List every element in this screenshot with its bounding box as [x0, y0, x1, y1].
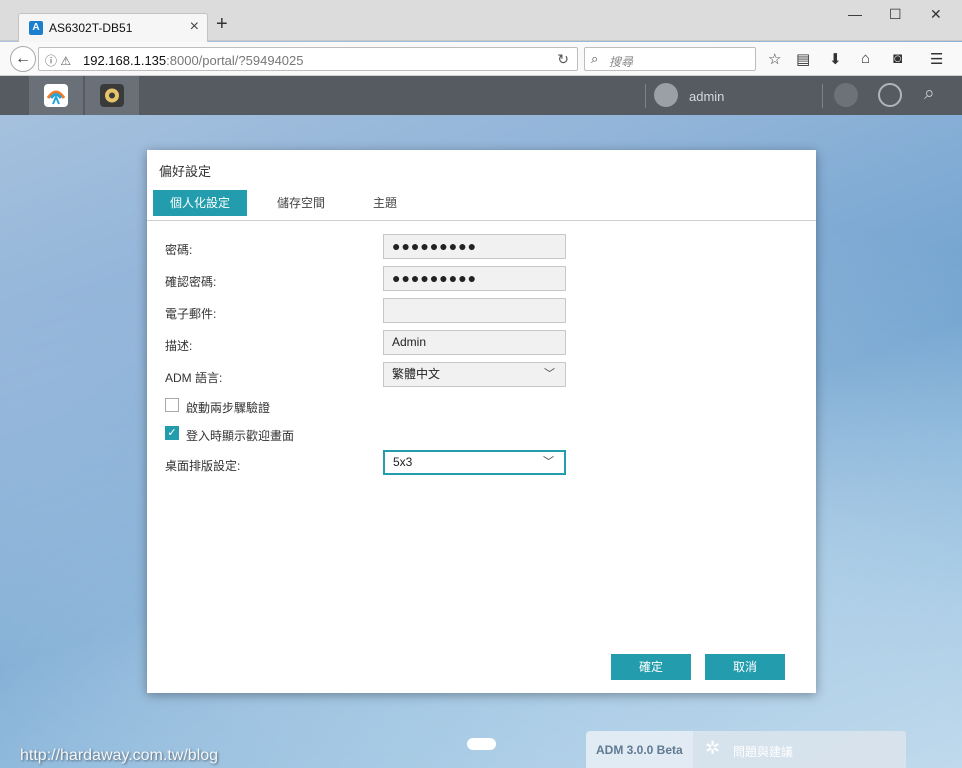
two-step-checkbox[interactable]: [165, 398, 179, 412]
email-field[interactable]: [383, 298, 566, 323]
tab-title: AS6302T-DB51: [49, 21, 133, 35]
feedback-label: 問題與建議: [733, 745, 794, 759]
dialog-title: 偏好設定: [159, 164, 212, 179]
email-label: 電子郵件:: [165, 307, 217, 321]
home-icon[interactable]: ⌂: [861, 50, 870, 67]
notification-bell-icon[interactable]: [834, 83, 858, 107]
browser-tab-bar: A AS6302T-DB51 × + — ☐ ✕: [0, 0, 962, 42]
cancel-button[interactable]: 取消: [705, 654, 785, 680]
bug-icon: ✲: [705, 738, 721, 758]
search-placeholder: 搜尋: [609, 55, 634, 69]
desktop-layout-select[interactable]: 5x3 ﹀: [383, 450, 566, 475]
url-path: :8000/portal/?59494025: [166, 53, 304, 68]
tab-personalization[interactable]: 個人化設定: [153, 190, 247, 216]
settings-gear-icon: [100, 84, 124, 107]
browser-toolbar: ← ⓘ ⚠ 192.168.1.135:8000/portal/?5949402…: [0, 42, 962, 76]
language-value: 繁體中文: [392, 367, 441, 381]
confirm-password-field[interactable]: ●●●●●●●●●: [383, 266, 566, 291]
info-icon[interactable]: ⓘ ⚠: [45, 52, 71, 69]
app-central-button[interactable]: [29, 76, 83, 115]
feedback-button[interactable]: ✲ 問題與建議: [693, 731, 906, 768]
password-field[interactable]: ●●●●●●●●●: [383, 234, 566, 259]
settings-app-button[interactable]: [85, 76, 139, 115]
language-label: ADM 語言:: [165, 371, 223, 385]
desktop-layout-value: 5x3: [393, 455, 413, 469]
bookmark-star-icon[interactable]: ☆: [768, 50, 781, 68]
new-tab-icon[interactable]: +: [216, 14, 228, 34]
url-host: 192.168.1.135: [83, 53, 167, 68]
tab-storage[interactable]: 儲存空間: [263, 190, 339, 216]
desktop-layout-label: 桌面排版設定:: [165, 459, 241, 473]
menu-icon[interactable]: ☰: [930, 50, 943, 68]
two-step-label: 啟動兩步驟驗證: [186, 401, 271, 415]
close-tab-icon[interactable]: ×: [190, 18, 199, 36]
minimize-icon[interactable]: —: [848, 6, 862, 22]
window-close-icon[interactable]: ✕: [930, 6, 942, 23]
user-avatar-icon[interactable]: [654, 83, 678, 107]
welcome-screen-label: 登入時顯示歡迎畫面: [186, 429, 295, 443]
adm-version: ADM 3.0.0 Beta: [596, 743, 683, 757]
tab-theme[interactable]: 主題: [355, 190, 415, 216]
watermark-url: http://hardaway.com.tw/blog: [20, 747, 219, 764]
dock-handle[interactable]: [467, 738, 496, 750]
divider: [822, 84, 823, 108]
back-arrow-icon[interactable]: ←: [10, 46, 36, 72]
bottom-panel: ADM 3.0.0 Beta ✲ 問題與建議: [586, 731, 906, 768]
language-select[interactable]: 繁體中文 ﹀: [383, 362, 566, 387]
adm-taskbar: admin ⌕: [0, 76, 962, 115]
search-bar[interactable]: ⌕ 搜尋: [584, 47, 756, 71]
username[interactable]: admin: [689, 89, 724, 104]
confirm-password-label: 確認密碼:: [165, 275, 217, 289]
url-bar[interactable]: ⓘ ⚠ 192.168.1.135:8000/portal/?59494025 …: [38, 47, 578, 71]
activity-monitor-icon[interactable]: [878, 83, 902, 107]
search-icon: ⌕: [591, 51, 599, 66]
divider: [645, 84, 646, 108]
chevron-down-icon: ﹀: [544, 368, 555, 380]
maximize-icon[interactable]: ☐: [889, 6, 902, 23]
password-label: 密碼:: [165, 243, 193, 257]
adm-search-icon[interactable]: ⌕: [924, 83, 935, 105]
download-icon[interactable]: ⬇: [829, 50, 842, 68]
description-field[interactable]: Admin: [383, 330, 566, 355]
dialog-tabs: 個人化設定 儲存空間 主題: [147, 190, 816, 221]
browser-tab[interactable]: A AS6302T-DB51 ×: [18, 13, 208, 42]
chevron-down-icon: ﹀: [543, 456, 554, 468]
preferences-dialog: 偏好設定 個人化設定 儲存空間 主題 密碼: ●●●●●●●●● 確認密碼: ●…: [147, 150, 816, 693]
ok-button[interactable]: 確定: [611, 654, 691, 680]
url-text: 192.168.1.135:8000/portal/?59494025: [83, 53, 304, 68]
clipboard-icon[interactable]: ▤: [796, 50, 810, 68]
reload-icon[interactable]: ↻: [557, 51, 569, 68]
asustor-logo-icon: A: [29, 21, 43, 35]
welcome-screen-checkbox[interactable]: ✓: [165, 426, 179, 440]
pocket-icon[interactable]: ◙: [893, 50, 902, 67]
app-central-icon: [44, 84, 68, 107]
description-label: 描述:: [165, 339, 193, 353]
